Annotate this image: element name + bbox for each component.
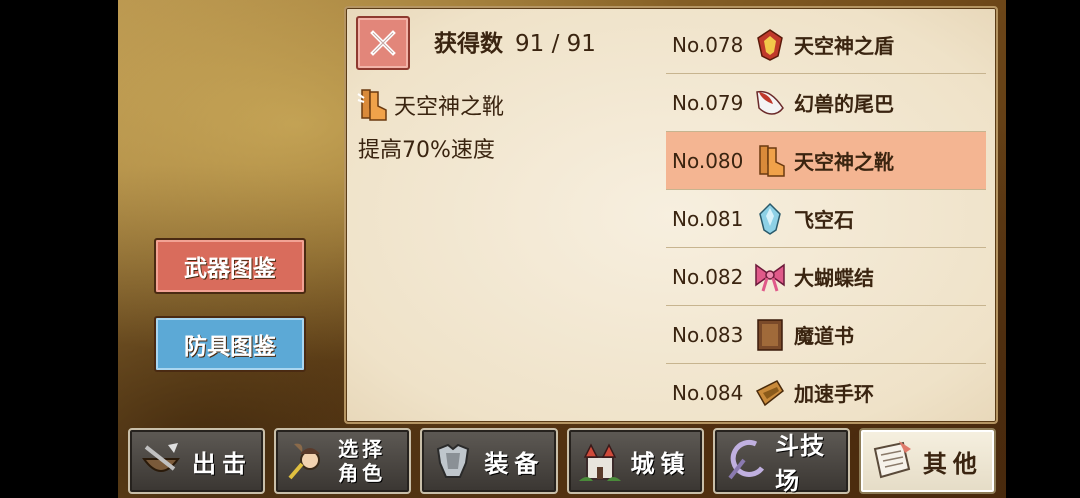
item-name: 天空神之盾 [794,34,894,58]
boots-icon [357,89,387,121]
character-icon [282,436,332,486]
item-number: No.079 [672,90,744,115]
arena-icon [721,436,769,486]
item-number: No.082 [672,264,744,289]
nav-arena-button[interactable]: 斗技场 [712,428,850,495]
bottom-nav: 出击 选择 角色 装备 城镇 斗技场 其他 [128,428,997,495]
nav-equipment-button[interactable]: 装备 [420,428,558,494]
item-name: 飞空石 [794,208,854,232]
nav-label-line1: 选择 [338,437,387,461]
item-number: No.083 [672,322,744,347]
game-screen: 武器图鉴 防具图鉴 获得数 91 / 91 天空神之靴 提高70%速度 No.07… [118,0,1006,498]
list-item[interactable]: No.078 天空神之盾 [666,16,986,74]
nav-label: 选择 角色 [338,437,386,485]
nav-town-button[interactable]: 城镇 [566,428,704,494]
nav-select-character-button[interactable]: 选择 角色 [274,428,412,494]
item-number: No.080 [672,148,744,173]
nav-label: 城镇 [630,449,691,478]
book-icon [752,317,788,353]
list-item[interactable]: No.083 魔道书 [666,306,986,364]
list-item[interactable]: No.081 飞空石 [666,190,986,248]
close-button[interactable] [356,16,410,70]
item-name: 大蝴蝶结 [794,266,874,290]
item-name: 加速手环 [794,382,874,406]
nav-label-line2: 角色 [338,461,387,485]
ribbon-icon [752,259,788,295]
item-number: No.084 [672,380,744,405]
count-value: 91 / 91 [515,31,596,57]
nav-label: 其他 [922,449,983,478]
detail-item-name: 天空神之靴 [356,88,504,122]
detail-description: 提高70%速度 [358,138,495,163]
item-number: No.081 [672,206,744,231]
item-list[interactable]: No.078 天空神之盾 No.079 幻兽的尾巴 No.080 天空神之靴 N… [666,16,986,421]
nav-other-button[interactable]: 其他 [858,428,997,494]
item-name: 魔道书 [794,324,854,348]
list-item[interactable]: No.079 幻兽的尾巴 [666,74,986,132]
weapon-catalog-button[interactable]: 武器图鉴 [154,238,306,294]
list-item[interactable]: No.084 加速手环 [666,364,986,421]
bracelet-icon [752,375,788,411]
item-name: 幻兽的尾巴 [794,92,894,116]
detail-name-text: 天空神之靴 [394,95,505,120]
crystal-icon [752,201,788,237]
list-item[interactable]: No.082 大蝴蝶结 [666,248,986,306]
sortie-icon [136,436,186,486]
scroll-icon [867,436,917,486]
item-name: 天空神之靴 [794,150,894,174]
shield-icon [752,27,788,63]
armor-icon [428,436,478,486]
obtained-count: 获得数 91 / 91 [434,24,596,58]
armor-catalog-button[interactable]: 防具图鉴 [154,316,306,372]
nav-sortie-button[interactable]: 出击 [128,428,266,494]
castle-icon [575,436,625,486]
nav-label: 出击 [192,449,252,478]
boots-icon [752,143,788,179]
count-label: 获得数 [434,31,503,57]
list-item-selected[interactable]: No.080 天空神之靴 [666,132,986,190]
tail-icon [752,85,788,121]
nav-label: 斗技场 [775,432,826,495]
catalog-panel: 获得数 91 / 91 天空神之靴 提高70%速度 No.078 天空神之盾 No… [344,6,998,424]
close-icon [370,30,396,56]
item-number: No.078 [672,32,744,57]
nav-label: 装备 [484,449,545,478]
